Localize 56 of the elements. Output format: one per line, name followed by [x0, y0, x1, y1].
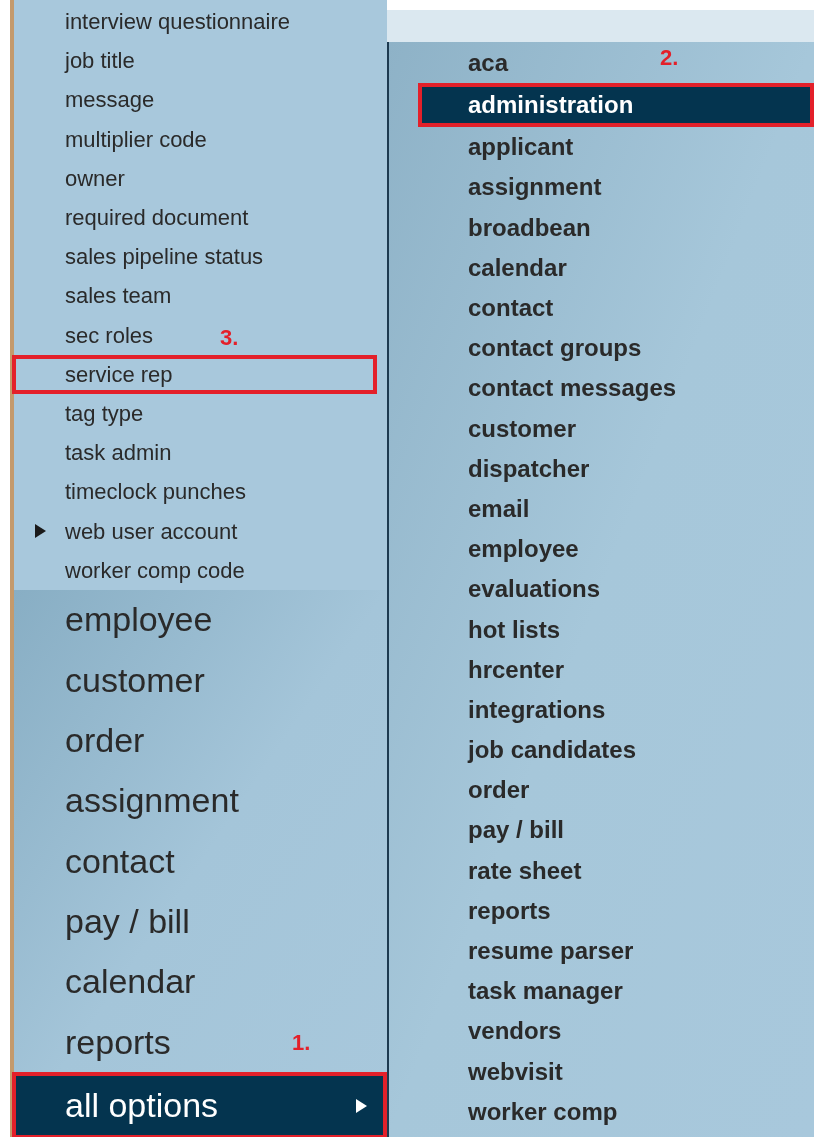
options-menu-item[interactable]: customer: [418, 408, 577, 449]
submenu-item[interactable]: required document: [14, 197, 249, 238]
submenu-item[interactable]: task admin: [14, 433, 172, 473]
triangle-right-icon: [356, 1098, 367, 1113]
options-menu-item[interactable]: hrcenter: [418, 649, 565, 690]
options-menu-item[interactable]: order: [418, 770, 530, 811]
main-menu-item[interactable]: employee: [14, 589, 213, 651]
submenu-item[interactable]: web user account: [14, 511, 238, 551]
submenu-item[interactable]: sec roles: [14, 315, 154, 355]
submenu-item[interactable]: service rep: [12, 354, 377, 394]
main-menu-item[interactable]: contact: [14, 831, 175, 892]
options-menu-item[interactable]: evaluations: [418, 569, 601, 610]
options-menu-item[interactable]: reports: [418, 890, 551, 931]
main-menu-item[interactable]: assignment: [14, 770, 239, 831]
options-menu-item[interactable]: resume parser: [418, 930, 634, 972]
options-menu-item[interactable]: contact: [418, 287, 554, 329]
all-options-button[interactable]: all options: [12, 1072, 387, 1137]
options-menu-item[interactable]: calendar: [418, 247, 567, 288]
options-menu-item[interactable]: task manager: [418, 971, 623, 1012]
submenu-item[interactable]: worker comp code: [14, 550, 245, 590]
submenu-item[interactable]: timeclock punches: [14, 472, 246, 512]
submenu-item[interactable]: sales team: [14, 276, 172, 316]
options-menu-item[interactable]: administration: [418, 83, 814, 128]
main-menu-item[interactable]: pay / bill: [14, 891, 190, 952]
options-menu-item[interactable]: job candidates: [418, 730, 637, 771]
options-menu-item[interactable]: broadbean: [418, 207, 591, 248]
triangle-right-icon: [35, 524, 46, 539]
options-menu-item[interactable]: aca: [418, 43, 509, 84]
options-menu-item[interactable]: dispatcher: [418, 448, 590, 489]
options-menu-item[interactable]: employee: [418, 529, 579, 570]
options-menu-item[interactable]: worker comp: [418, 1091, 618, 1132]
options-menu-item[interactable]: pay / bill: [418, 810, 565, 851]
main-menu-item[interactable]: order: [14, 710, 145, 771]
callout-number: 1.: [292, 1032, 311, 1055]
options-menu-item[interactable]: webvisit: [418, 1051, 563, 1092]
callout-number: 3.: [220, 326, 239, 349]
submenu-item[interactable]: interview questionnaire: [14, 2, 291, 42]
options-menu-item[interactable]: email: [418, 488, 530, 530]
main-menu-item[interactable]: reports: [14, 1011, 171, 1073]
callout-number: 2.: [660, 47, 679, 70]
submenu-item[interactable]: job title: [14, 41, 135, 81]
options-menu-item[interactable]: assignment: [418, 167, 602, 208]
submenu-item[interactable]: sales pipeline status: [14, 237, 264, 277]
main-menu-item[interactable]: customer: [14, 650, 205, 711]
options-menu-item[interactable]: integrations: [418, 689, 606, 730]
submenu-item[interactable]: owner: [14, 158, 125, 198]
options-menu-item[interactable]: contact groups: [418, 328, 642, 369]
options-menu-item[interactable]: vendors: [418, 1011, 562, 1052]
submenu-item[interactable]: multiplier code: [14, 119, 207, 159]
options-menu-item[interactable]: applicant: [418, 127, 574, 168]
options-menu-item[interactable]: contact messages: [418, 368, 677, 409]
main-menu-item[interactable]: calendar: [14, 951, 196, 1012]
submenu-item[interactable]: message: [14, 80, 155, 120]
submenu-item[interactable]: tag type: [14, 393, 144, 434]
options-menu-item[interactable]: rate sheet: [418, 850, 582, 891]
options-menu-item[interactable]: hot lists: [418, 609, 560, 650]
